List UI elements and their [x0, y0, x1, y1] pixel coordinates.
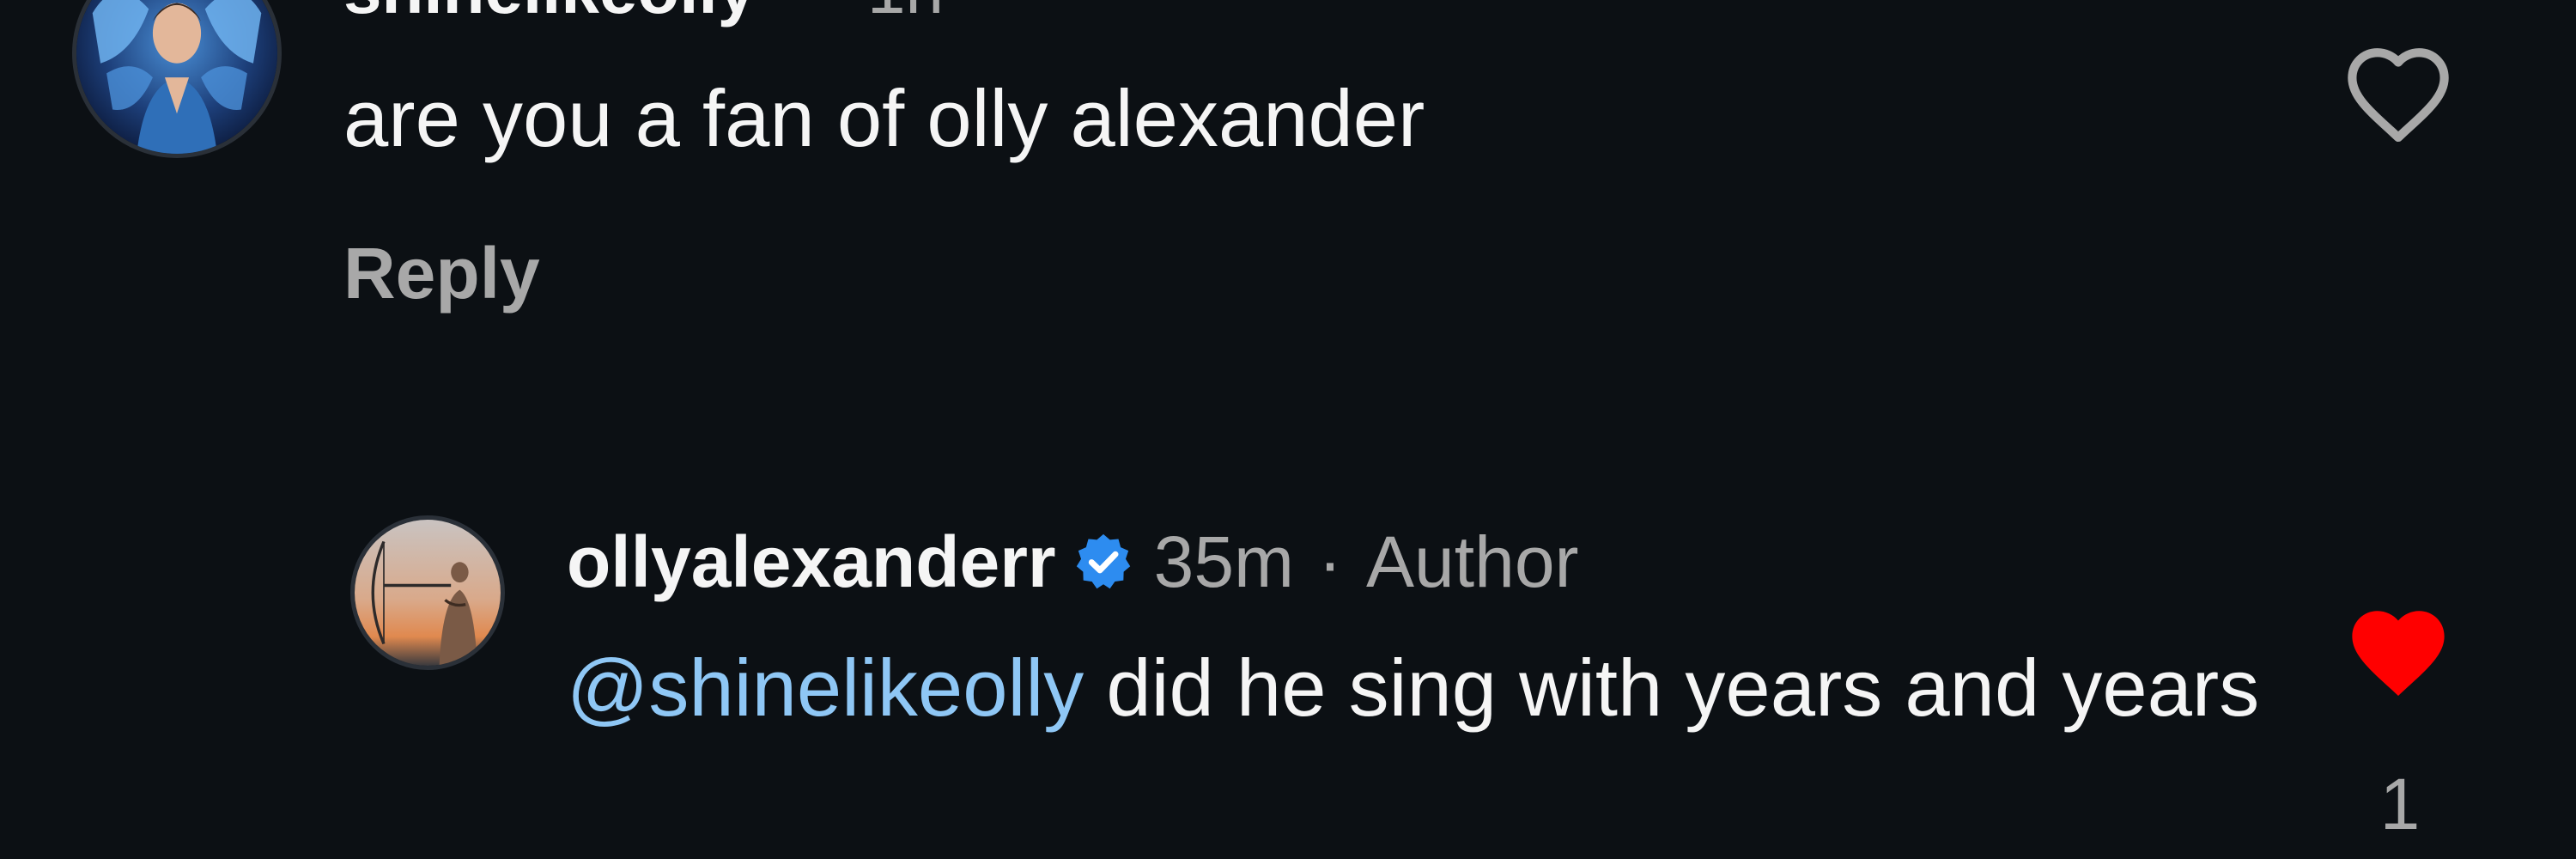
heart-outline-icon[interactable] — [2342, 43, 2454, 144]
reply-button[interactable]: Reply — [343, 232, 540, 315]
mention-link[interactable]: @shinelikeolly — [567, 643, 1084, 733]
reply-message: did he sing with years and years — [1106, 643, 2260, 733]
reply-text: @shinelikeolly did he sing with years an… — [567, 636, 2284, 740]
author-label: Author — [1366, 521, 1579, 602]
separator: · — [1318, 521, 1343, 602]
comments-thread: shinelikeolly 1h are you a fan of olly a… — [0, 0, 2576, 859]
heart-filled-icon[interactable] — [2342, 601, 2454, 703]
reply-timestamp: 35m — [1153, 521, 1295, 602]
like-count[interactable]: 1 — [2353, 763, 2447, 846]
avatar[interactable] — [72, 0, 282, 158]
comment-text: are you a fan of olly alexander — [343, 73, 1425, 163]
comment-timestamp: 1h — [867, 0, 944, 29]
reply-header: ollyalexanderr 35m · Author — [567, 519, 1579, 605]
avatar[interactable] — [350, 515, 505, 670]
verified-badge-icon — [1073, 532, 1133, 592]
comment-username[interactable]: shinelikeolly — [343, 0, 756, 29]
reply-username[interactable]: ollyalexanderr — [567, 521, 1056, 604]
